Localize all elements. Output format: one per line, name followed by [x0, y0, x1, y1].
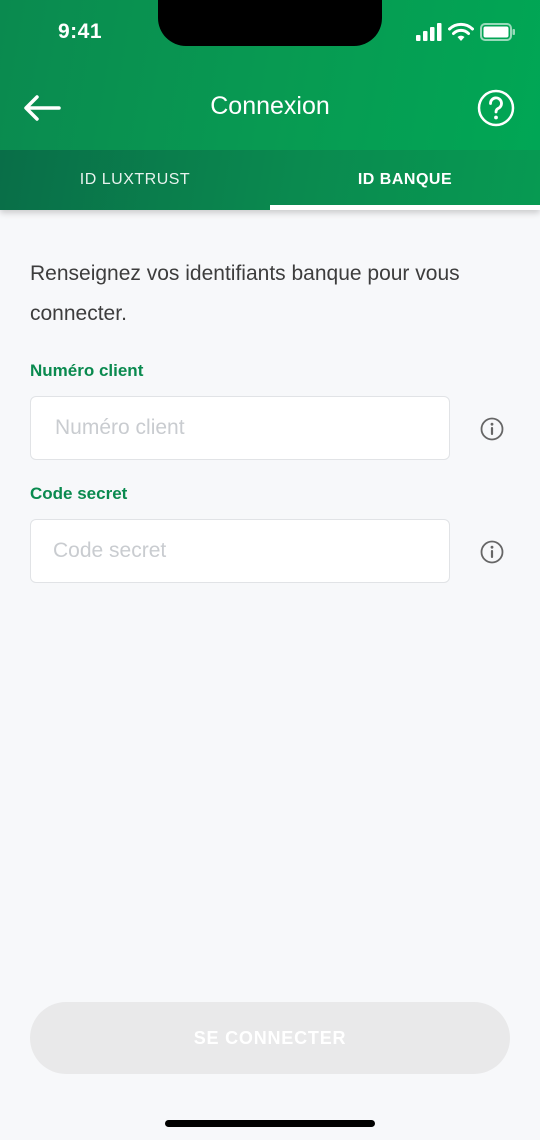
info-circle-icon[interactable]: [480, 417, 504, 441]
client-number-label: Numéro client: [30, 361, 144, 380]
help-button[interactable]: [476, 88, 516, 128]
wifi-icon: [448, 22, 474, 41]
status-time: 9:41: [58, 20, 103, 43]
navigation-bar: Connexion: [0, 70, 540, 150]
info-circle-icon[interactable]: [480, 540, 504, 564]
tab-id-banque[interactable]: ID BANQUE: [270, 150, 540, 210]
client-number-input[interactable]: [30, 396, 450, 460]
secret-code-label: Code secret: [30, 484, 128, 503]
app-header: 9:41 Connexion ID LUXTRUST ID BANQUE: [0, 0, 540, 210]
home-indicator: [165, 1120, 375, 1127]
help-circle-icon: [477, 89, 515, 127]
status-bar: 9:41: [0, 0, 540, 70]
signal-icon: [416, 23, 442, 41]
intro-text: Renseignez vos identifiants banque pour …: [30, 262, 460, 325]
connect-button[interactable]: SE CONNECTER: [30, 1002, 510, 1074]
page-title: Connexion: [210, 92, 330, 120]
secret-code-input[interactable]: [30, 519, 450, 583]
device-notch: [158, 0, 382, 46]
login-tabs: ID LUXTRUST ID BANQUE: [0, 150, 540, 210]
status-icons: [416, 22, 516, 42]
battery-icon: [480, 23, 515, 41]
tab-id-luxtrust[interactable]: ID LUXTRUST: [0, 150, 270, 210]
